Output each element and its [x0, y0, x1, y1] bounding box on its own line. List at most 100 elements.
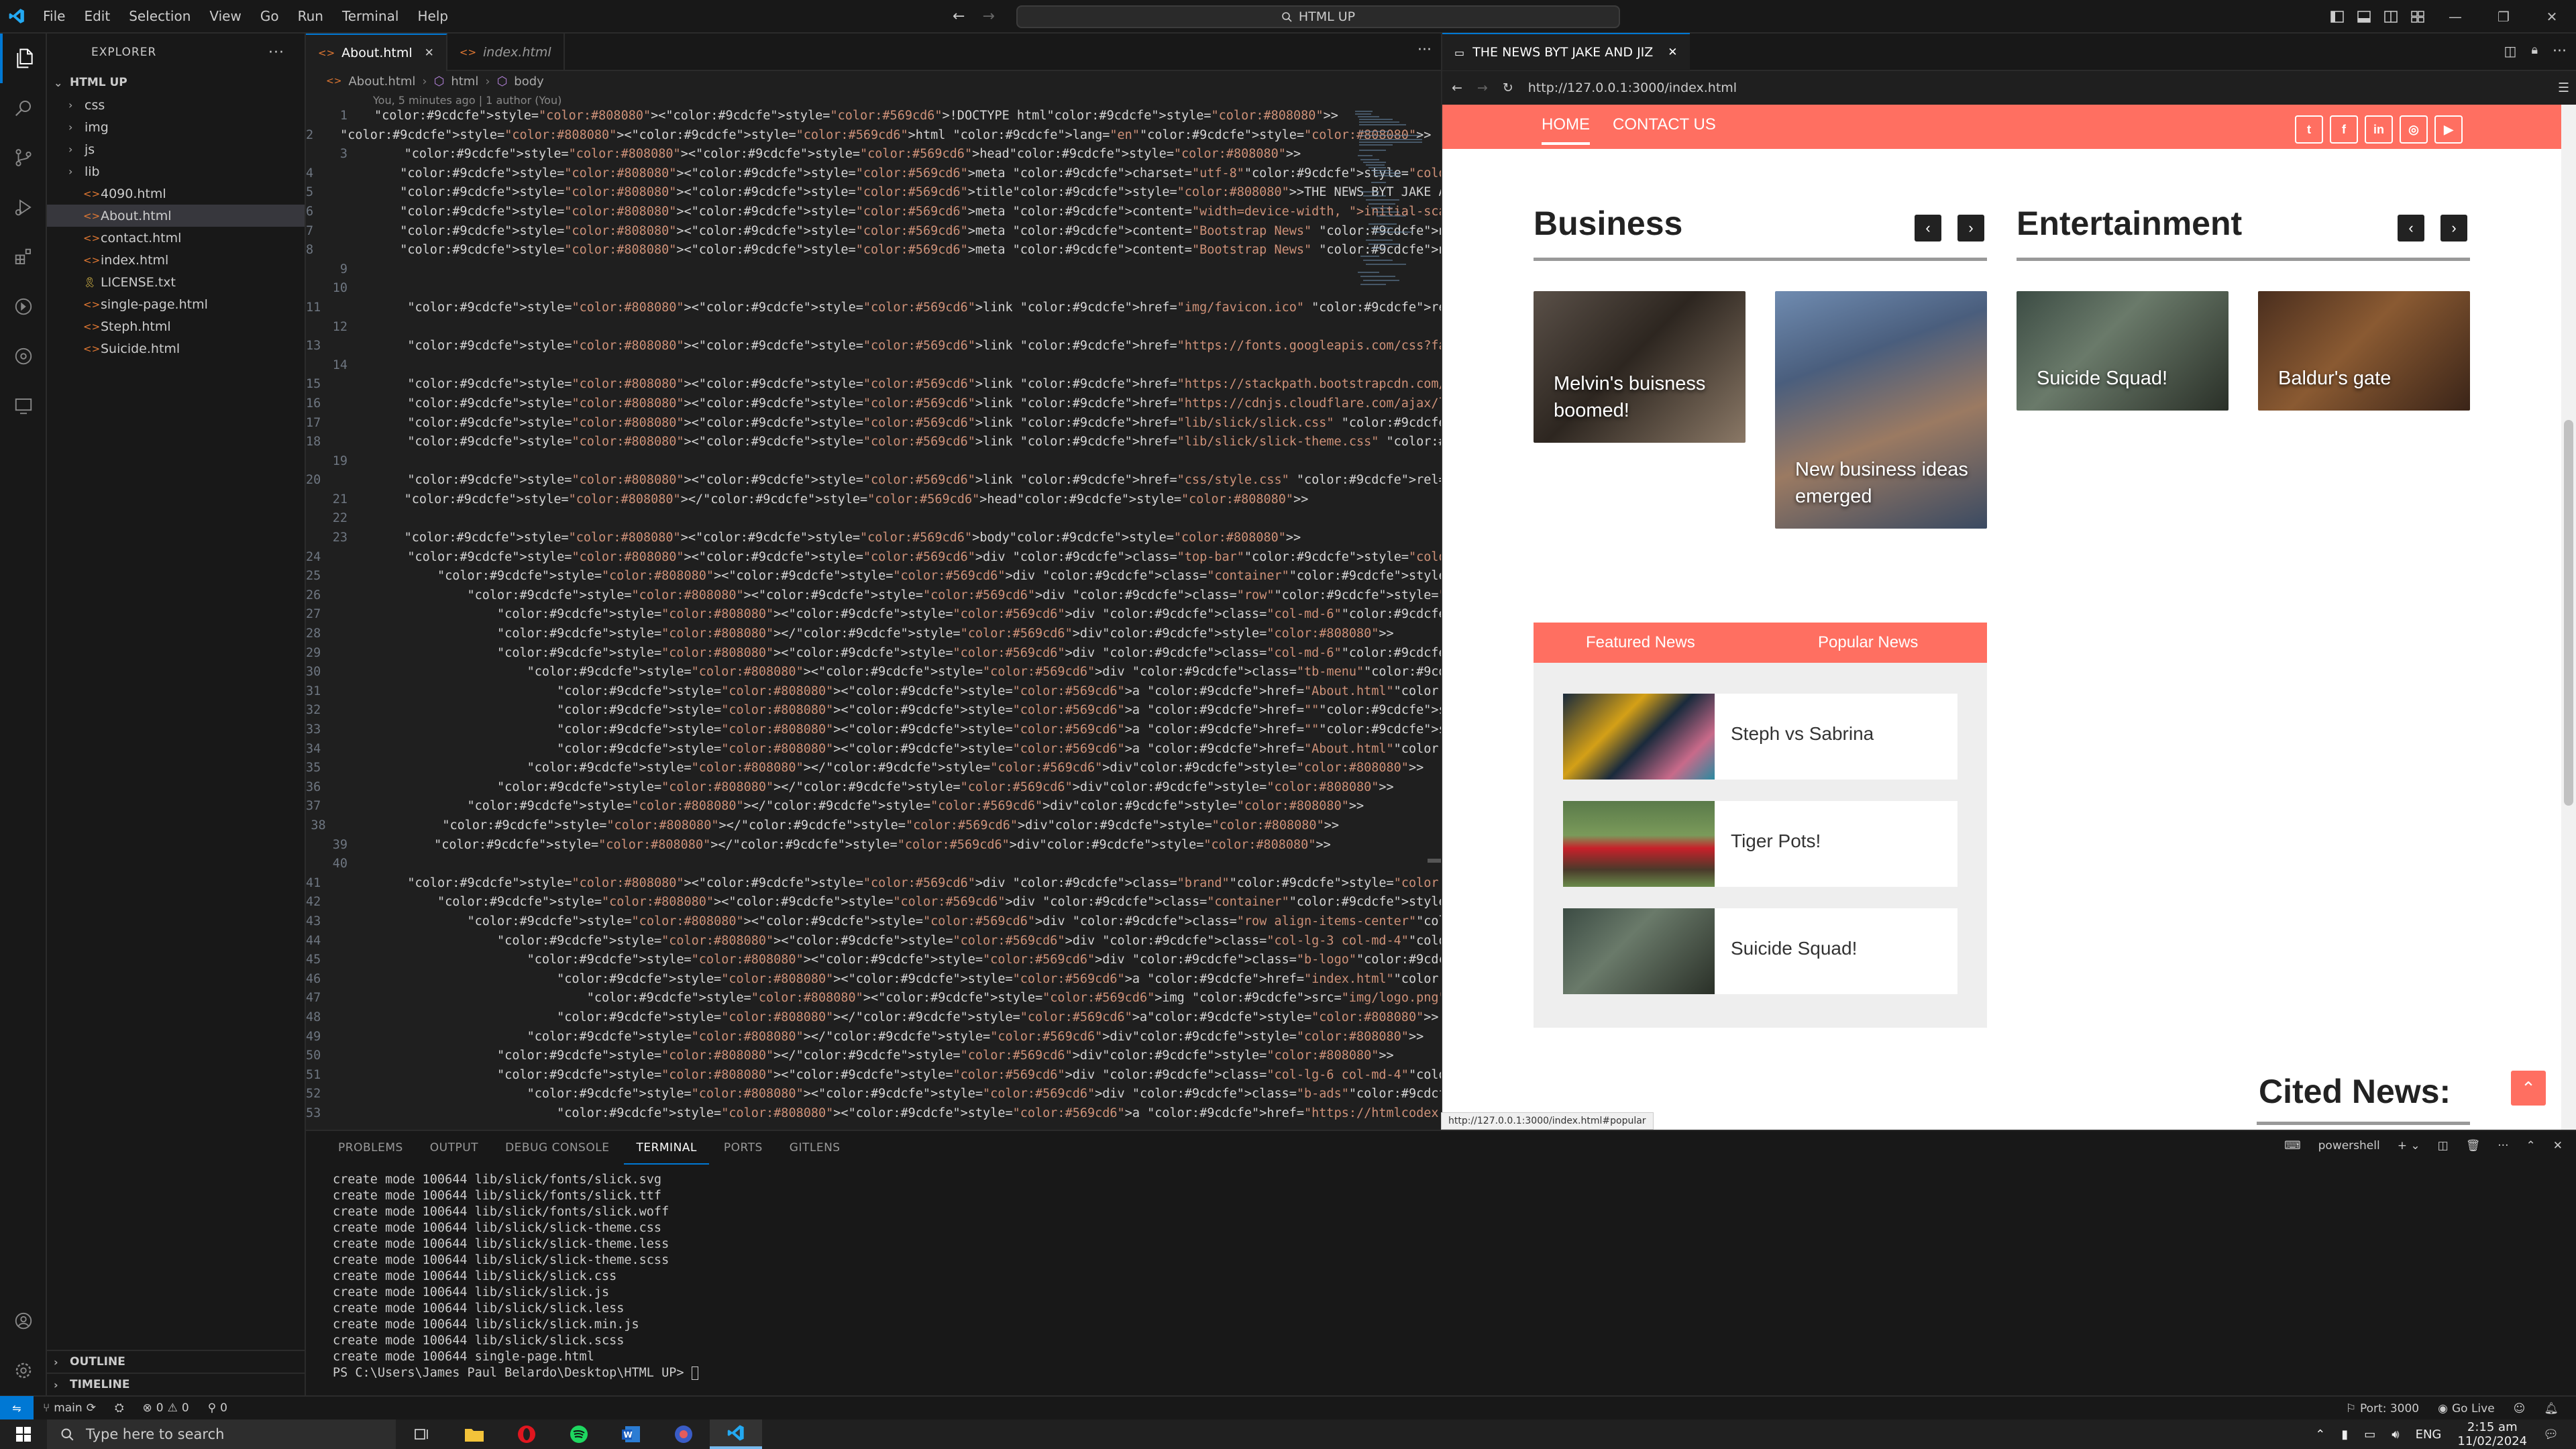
tab-about-html[interactable]: <> About.html ✕	[306, 34, 447, 71]
windows-start-icon[interactable]	[0, 1419, 47, 1449]
minimize-icon[interactable]: —	[2431, 0, 2479, 34]
new-terminal-icon[interactable]: + ⌄	[2398, 1139, 2420, 1152]
spotify-icon[interactable]	[553, 1419, 605, 1449]
source-control-icon[interactable]	[0, 133, 47, 182]
task-view-icon[interactable]	[396, 1419, 448, 1449]
terminal-prompt[interactable]: PS C:\Users\James Paul Belardo\Desktop\H…	[333, 1366, 698, 1382]
panel-tab-problems[interactable]: PROBLEMS	[326, 1131, 415, 1165]
copilot-icon[interactable]: ☺	[2504, 1402, 2535, 1415]
instagram-icon[interactable]: ◎	[2400, 115, 2428, 144]
menu-file[interactable]: File	[34, 0, 74, 33]
news-item[interactable]: Steph vs Sabrina	[1563, 694, 1957, 780]
notification-center-icon[interactable]: 💬︎	[2543, 1428, 2559, 1442]
nav-home-link[interactable]: HOME	[1542, 115, 1590, 145]
tree-file[interactable]: <> single-page.html	[47, 293, 305, 315]
business-card[interactable]: New business ideas emerged	[1775, 291, 1987, 529]
vscode-taskbar-icon[interactable]	[710, 1419, 762, 1449]
tree-folder[interactable]: › css	[47, 94, 305, 116]
menu-edit[interactable]: Edit	[74, 0, 119, 33]
split-editor-icon[interactable]: ◫	[2504, 43, 2517, 60]
problems-status[interactable]: ⊗ 0 ⚠ 0	[133, 1401, 199, 1415]
tree-folder[interactable]: › img	[47, 116, 305, 138]
word-icon[interactable]: W	[605, 1419, 657, 1449]
close-window-icon[interactable]: ✕	[2528, 0, 2576, 34]
tree-file[interactable]: <> Steph.html	[47, 315, 305, 337]
toggle-panel-icon[interactable]	[2351, 0, 2377, 34]
business-card[interactable]: Melvin's buisness boomed!	[1534, 291, 1746, 443]
toggle-sidebar-icon[interactable]	[2324, 0, 2351, 34]
minimap[interactable]	[1352, 109, 1428, 310]
clock[interactable]: 2:15 am 11/02/2024	[2457, 1420, 2527, 1448]
volume-icon[interactable]: 🔊︎	[2392, 1428, 2399, 1442]
back-to-top-icon[interactable]: ⌃	[2511, 1071, 2546, 1106]
nav-contact-link[interactable]: CONTACT US	[1613, 115, 1716, 134]
chevron-up-icon[interactable]: ⌃	[2315, 1428, 2325, 1442]
tree-file[interactable]: <> About.html	[47, 205, 305, 227]
youtube-icon[interactable]: ▶	[2434, 115, 2463, 144]
panel-tab-ports[interactable]: PORTS	[712, 1131, 775, 1165]
remote-indicator-icon[interactable]: ⇋	[0, 1396, 34, 1420]
panel-tab-terminal[interactable]: TERMINAL	[624, 1131, 709, 1165]
settings-gear-icon[interactable]	[0, 1346, 47, 1395]
search-icon[interactable]	[0, 83, 47, 133]
popular-news-tab[interactable]: Popular News	[1818, 633, 1918, 652]
facebook-icon[interactable]: f	[2330, 115, 2358, 144]
gitlens-status-icon[interactable]: ⛭	[105, 1401, 133, 1415]
account-icon[interactable]	[0, 1296, 47, 1346]
more-actions-icon[interactable]: ···	[1417, 42, 1432, 58]
breadcrumb-item[interactable]: About.html	[348, 74, 415, 89]
explorer-icon[interactable]	[0, 34, 47, 83]
url-input[interactable]: http://127.0.0.1:3000/index.html	[1528, 80, 1737, 95]
linkedin-icon[interactable]: in	[2365, 115, 2393, 144]
more-actions-icon[interactable]: ···	[268, 44, 284, 61]
twitter-icon[interactable]: t	[2295, 115, 2323, 144]
command-center[interactable]: HTML UP	[1016, 5, 1620, 28]
file-explorer-icon[interactable]	[448, 1419, 500, 1449]
editor-scrollbar[interactable]	[1428, 859, 1441, 863]
language-indicator[interactable]: ENG	[2416, 1428, 2442, 1442]
panel-tab-debug-console[interactable]: DEBUG CONSOLE	[493, 1131, 621, 1165]
run-debug-icon[interactable]	[0, 182, 47, 232]
business-prev-icon[interactable]: ‹	[1915, 215, 1941, 241]
chrome-profile-icon[interactable]	[657, 1419, 710, 1449]
forward-arrow-icon[interactable]: →	[982, 8, 994, 25]
menu-terminal[interactable]: Terminal	[333, 0, 409, 33]
ports-status[interactable]: ⚲ 0	[199, 1401, 237, 1415]
panel-tab-output[interactable]: OUTPUT	[418, 1131, 490, 1165]
go-live-button[interactable]: ◉ Go Live	[2428, 1402, 2504, 1415]
extensions-icon[interactable]	[0, 232, 47, 282]
terminal-output[interactable]: create mode 100644 lib/slick/fonts/slick…	[333, 1173, 698, 1382]
timeline-icon[interactable]	[0, 282, 47, 331]
opera-gx-icon[interactable]	[500, 1419, 553, 1449]
featured-news-tab[interactable]: Featured News	[1586, 633, 1695, 652]
back-icon[interactable]: ←	[1452, 80, 1462, 95]
outline-section[interactable]: › OUTLINE	[47, 1350, 305, 1373]
more-actions-icon[interactable]: ···	[2553, 43, 2567, 60]
toggle-secondary-sidebar-icon[interactable]	[2377, 0, 2404, 34]
tree-file[interactable]: <> contact.html	[47, 227, 305, 249]
tree-file[interactable]: <> 4090.html	[47, 182, 305, 205]
trash-icon[interactable]: 🗑︎	[2466, 1139, 2481, 1152]
menu-help[interactable]: Help	[408, 0, 458, 33]
tree-folder[interactable]: › lib	[47, 160, 305, 182]
browser-tab[interactable]: ▭ THE NEWS BYT JAKE AND JIZ ✕	[1442, 33, 1690, 70]
branch-status[interactable]: ⑂ main ⟳	[34, 1401, 105, 1415]
customize-layout-icon[interactable]	[2404, 0, 2431, 34]
more-actions-icon[interactable]: ···	[2498, 1139, 2508, 1152]
tab-index-html[interactable]: <> index.html	[447, 34, 565, 71]
breadcrumb-item[interactable]: body	[514, 74, 544, 89]
menu-view[interactable]: View	[200, 0, 250, 33]
remote-explorer-icon[interactable]	[0, 381, 47, 431]
close-tab-icon[interactable]: ✕	[425, 46, 434, 60]
workspace-root[interactable]: ⌄ HTML UP	[47, 71, 305, 94]
news-item[interactable]: Suicide Squad!	[1563, 908, 1957, 994]
entertainment-card[interactable]: Baldur's gate	[2258, 291, 2470, 411]
restore-icon[interactable]: ❐	[2479, 0, 2528, 34]
menu-icon[interactable]: ☰	[2558, 80, 2569, 95]
tree-folder[interactable]: › js	[47, 138, 305, 160]
news-item[interactable]: Tiger Pots!	[1563, 801, 1957, 887]
entertainment-next-icon[interactable]: ›	[2440, 215, 2467, 241]
entertainment-card[interactable]: Suicide Squad!	[2017, 291, 2229, 411]
panel-tab-gitlens[interactable]: GITLENS	[777, 1131, 853, 1165]
split-terminal-icon[interactable]: ◫	[2438, 1139, 2449, 1152]
